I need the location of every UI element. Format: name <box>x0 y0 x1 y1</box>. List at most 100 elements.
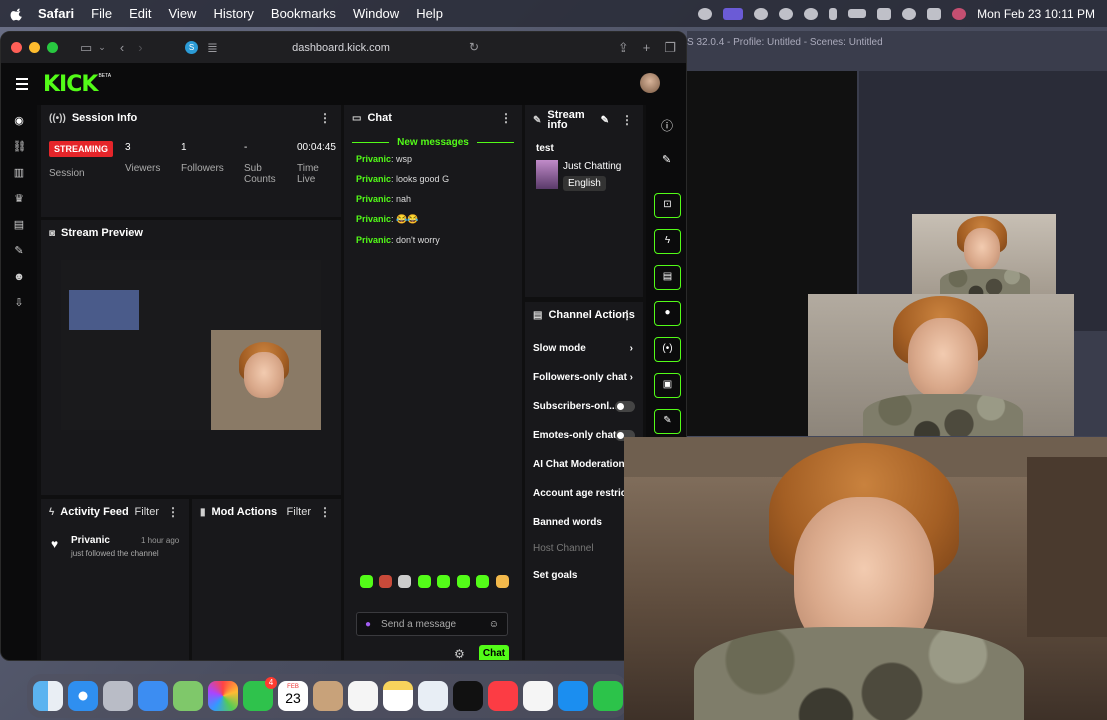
emote-icon[interactable] <box>398 575 411 588</box>
emote-icon[interactable] <box>379 575 392 588</box>
tab-overview-icon[interactable]: ❐ <box>664 40 676 56</box>
emote-icon[interactable] <box>496 575 509 588</box>
followers-only-item[interactable]: Followers-only chat › <box>533 363 643 392</box>
moon-icon[interactable] <box>754 7 769 20</box>
color-icon[interactable] <box>779 7 794 20</box>
menu-view[interactable]: View <box>169 6 197 21</box>
emote-icon[interactable] <box>418 575 431 588</box>
chat-bubble-button[interactable]: ● <box>654 301 681 326</box>
link-icon[interactable]: ⛓ <box>13 141 27 154</box>
live-icon[interactable]: ◉ <box>13 115 26 128</box>
menu-app-name[interactable]: Safari <box>38 6 74 21</box>
media-icon[interactable]: ▤ <box>13 219 26 232</box>
menu-datetime[interactable]: Mon Feb 23 10:11 PM <box>977 7 1095 21</box>
activity-user[interactable]: Privanic <box>71 535 110 546</box>
new-tab-icon[interactable]: + <box>643 40 651 56</box>
more-options-icon[interactable]: ⋮ <box>167 505 179 519</box>
pencil-icon[interactable]: ✎ <box>662 153 671 166</box>
chat-username[interactable]: Privanic <box>356 214 391 224</box>
close-window-button[interactable] <box>11 42 22 53</box>
wrench-icon[interactable]: ✎ <box>13 245 26 258</box>
bolt-button[interactable]: ϟ <box>654 229 681 254</box>
mod-filter-button[interactable]: Filter <box>287 506 311 518</box>
siri-icon[interactable] <box>952 7 967 20</box>
download-icon[interactable]: ⇩ <box>13 297 26 310</box>
more-options-icon[interactable]: ⋮ <box>621 308 633 322</box>
subscribers-only-toggle[interactable] <box>615 401 635 412</box>
broadcast-button[interactable]: (•) <box>654 337 681 362</box>
battery-icon[interactable] <box>848 9 867 18</box>
menu-help[interactable]: Help <box>416 6 443 21</box>
send-chat-button[interactable]: Chat <box>479 645 509 660</box>
emote-icon[interactable] <box>476 575 489 588</box>
maps-icon[interactable] <box>173 681 203 711</box>
mail-icon[interactable] <box>138 681 168 711</box>
bluetooth-icon[interactable] <box>829 7 838 20</box>
emote-icon[interactable] <box>360 575 373 588</box>
emote-icon[interactable] <box>437 575 450 588</box>
calendar-icon[interactable]: FEB 23 <box>278 681 308 711</box>
user-avatar[interactable] <box>640 73 660 93</box>
reload-icon[interactable]: ↻ <box>469 40 479 54</box>
search-icon[interactable] <box>902 7 917 20</box>
emote-icon[interactable] <box>457 575 470 588</box>
more-options-icon[interactable]: ⋮ <box>319 505 331 519</box>
chat-settings-icon[interactable]: ⚙ <box>454 647 465 660</box>
keynote-icon[interactable] <box>558 681 588 711</box>
screenshot-button[interactable]: ⊡ <box>654 193 681 218</box>
activity-filter-button[interactable]: Filter <box>135 506 159 518</box>
chat-username[interactable]: Privanic <box>356 154 391 164</box>
music-icon[interactable] <box>488 681 518 711</box>
wifi-icon[interactable] <box>877 7 892 20</box>
safari-icon[interactable] <box>68 681 98 711</box>
new-messages-divider[interactable]: New messages <box>352 137 514 148</box>
notes-button[interactable]: ▤ <box>654 265 681 290</box>
menu-bookmarks[interactable]: Bookmarks <box>271 6 336 21</box>
edit-icon[interactable]: ✎ <box>601 115 609 126</box>
reminders-icon[interactable] <box>348 681 378 711</box>
menu-edit[interactable]: Edit <box>129 6 151 21</box>
info-icon[interactable]: ⓘ <box>661 117 673 134</box>
kick-logo[interactable]: KICK <box>43 72 98 97</box>
finder-icon[interactable] <box>33 681 63 711</box>
chat-username[interactable]: Privanic <box>356 174 391 184</box>
notes-icon[interactable] <box>383 681 413 711</box>
news-icon[interactable] <box>523 681 553 711</box>
photos-icon[interactable] <box>208 681 238 711</box>
play-icon[interactable] <box>804 7 819 20</box>
facetime-icon[interactable]: 4 <box>243 677 277 711</box>
users-icon[interactable]: ☻ <box>13 271 26 284</box>
hamburger-menu-icon[interactable] <box>16 78 28 90</box>
screen-icon[interactable] <box>723 7 744 20</box>
layout-button[interactable]: ▣ <box>654 373 681 398</box>
apple-icon[interactable] <box>10 7 24 21</box>
category-name[interactable]: Just Chatting <box>563 161 621 172</box>
more-options-icon[interactable]: ⋮ <box>621 113 633 127</box>
emoji-icon[interactable]: ☺ <box>489 619 499 630</box>
chat-message-input[interactable]: ● Send a message ☺ <box>356 612 508 636</box>
share-icon[interactable]: ⇪ <box>618 40 629 56</box>
slow-mode-item[interactable]: Slow mode › <box>533 334 643 363</box>
launchpad-icon[interactable] <box>103 681 133 711</box>
stream-preview-video[interactable] <box>61 260 321 430</box>
microphone-icon[interactable]: ● <box>365 619 371 630</box>
menu-window[interactable]: Window <box>353 6 399 21</box>
contacts-icon[interactable] <box>313 681 343 711</box>
category-thumbnail[interactable] <box>536 160 558 189</box>
obs-icon[interactable] <box>698 7 713 20</box>
forward-icon[interactable]: › <box>138 40 142 55</box>
chat-username[interactable]: Privanic <box>356 235 391 245</box>
more-options-icon[interactable]: ⋮ <box>500 111 512 125</box>
minimize-window-button[interactable] <box>29 42 40 53</box>
chevron-down-icon[interactable]: ⌄ <box>98 42 106 53</box>
menu-file[interactable]: File <box>91 6 112 21</box>
address-bar[interactable]: dashboard.kick.com <box>206 38 476 58</box>
back-icon[interactable]: ‹ <box>120 40 124 55</box>
control-center-icon[interactable] <box>927 7 942 20</box>
trophy-icon[interactable]: ♛ <box>13 193 26 206</box>
analytics-icon[interactable]: ▥ <box>13 167 26 180</box>
sidebar-icon[interactable]: ▭ <box>80 40 92 56</box>
chat-username[interactable]: Privanic <box>356 194 391 204</box>
menu-history[interactable]: History <box>213 6 253 21</box>
more-options-icon[interactable]: ⋮ <box>319 111 331 125</box>
